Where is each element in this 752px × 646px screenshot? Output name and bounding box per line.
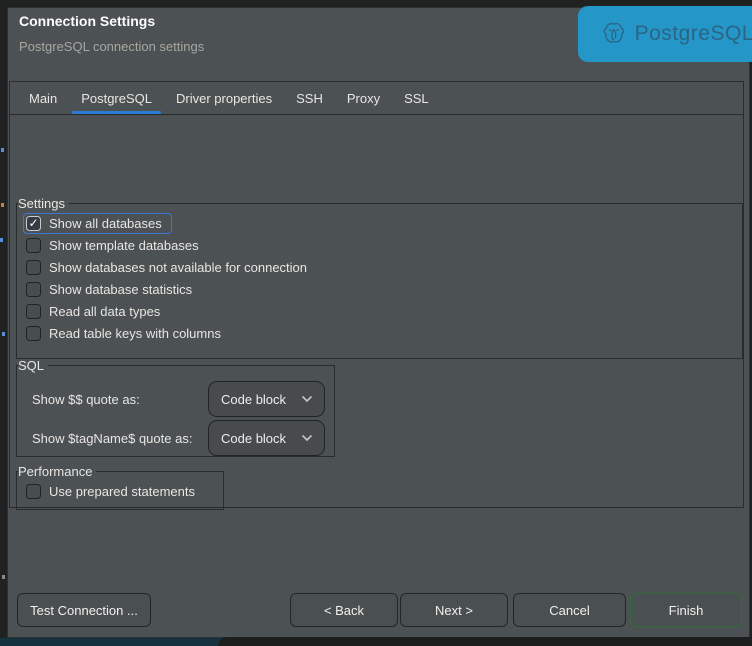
tab-bar: Main PostgreSQL Driver properties SSH Pr… [10, 82, 743, 115]
checkbox-label: Show all databases [49, 216, 162, 231]
checkbox-icon[interactable]: ✓ [26, 260, 41, 275]
checkbox-icon[interactable]: ✓ [26, 484, 41, 499]
tab-proxy[interactable]: Proxy [335, 82, 392, 114]
tab-driver-properties[interactable]: Driver properties [164, 82, 284, 114]
performance-group: Performance ✓ Use prepared statements [16, 464, 224, 510]
finish-button[interactable]: Finish [630, 593, 742, 627]
dollar-quote-label: Show $$ quote as: [32, 392, 140, 407]
settings-group: Settings ✓ Show all databases ✓ Show tem… [16, 196, 743, 359]
background-speck [2, 332, 5, 336]
background-speck [1, 203, 4, 207]
checkbox-icon[interactable]: ✓ [26, 216, 41, 231]
checkbox-icon[interactable]: ✓ [26, 326, 41, 341]
background-speck [2, 575, 5, 579]
background-window-strip [218, 637, 752, 646]
page-subtitle: PostgreSQL connection settings [19, 39, 204, 54]
cancel-button[interactable]: Cancel [513, 593, 626, 627]
settings-group-legend: Settings [18, 196, 69, 211]
sql-group: SQL Show $$ quote as: Code block Show $t… [16, 358, 335, 457]
checkbox-use-prepared-statements[interactable]: ✓ Use prepared statements [23, 481, 205, 502]
tagname-quote-label: Show $tagName$ quote as: [32, 431, 192, 446]
dropdown-value: Code block [221, 431, 286, 446]
performance-group-legend: Performance [18, 464, 96, 479]
tab-main[interactable]: Main [17, 82, 69, 114]
checkbox-label: Read table keys with columns [49, 326, 221, 341]
tagname-quote-dropdown[interactable]: Code block [208, 420, 325, 456]
checkbox-label: Show template databases [49, 238, 199, 253]
postgresql-elephant-icon [602, 16, 626, 52]
dropdown-value: Code block [221, 392, 286, 407]
checkmark-icon: ✓ [28, 217, 38, 229]
next-button[interactable]: Next > [400, 593, 508, 627]
checkbox-show-databases-not-available[interactable]: ✓ Show databases not available for conne… [23, 257, 317, 278]
checkbox-label: Show database statistics [49, 282, 192, 297]
chevron-down-icon [301, 434, 313, 442]
checkbox-label: Use prepared statements [49, 484, 195, 499]
tab-content-area: Main PostgreSQL Driver properties SSH Pr… [9, 81, 744, 508]
checkbox-icon[interactable]: ✓ [26, 238, 41, 253]
checkbox-show-database-statistics[interactable]: ✓ Show database statistics [23, 279, 202, 300]
chevron-down-icon [301, 395, 313, 403]
checkbox-icon[interactable]: ✓ [26, 304, 41, 319]
checkbox-label: Read all data types [49, 304, 160, 319]
tab-ssl[interactable]: SSL [392, 82, 441, 114]
sql-group-legend: SQL [18, 358, 48, 373]
sql-row-tagname-quote: Show $tagName$ quote as: Code block [23, 420, 328, 456]
tab-postgresql[interactable]: PostgreSQL [69, 82, 164, 114]
sql-row-dollar-quote: Show $$ quote as: Code block [23, 381, 328, 417]
postgresql-logo-badge: PostgreSQL [578, 6, 752, 62]
checkbox-show-template-databases[interactable]: ✓ Show template databases [23, 235, 209, 256]
background-speck [0, 238, 3, 242]
checkbox-read-all-data-types[interactable]: ✓ Read all data types [23, 301, 170, 322]
dollar-quote-dropdown[interactable]: Code block [208, 381, 325, 417]
screen: { "header": { "title": "Connection Setti… [0, 0, 752, 646]
tab-ssh[interactable]: SSH [284, 82, 335, 114]
checkbox-icon[interactable]: ✓ [26, 282, 41, 297]
checkbox-read-table-keys[interactable]: ✓ Read table keys with columns [23, 323, 231, 344]
back-button[interactable]: < Back [290, 593, 398, 627]
checkbox-show-all-databases[interactable]: ✓ Show all databases [23, 213, 172, 234]
test-connection-button[interactable]: Test Connection ... [17, 593, 151, 627]
page-title: Connection Settings [19, 13, 155, 29]
checkbox-label: Show databases not available for connect… [49, 260, 307, 275]
background-speck [1, 148, 4, 152]
connection-settings-dialog: Connection Settings PostgreSQL connectio… [7, 7, 750, 638]
postgresql-logo-text: PostgreSQL [635, 22, 752, 46]
